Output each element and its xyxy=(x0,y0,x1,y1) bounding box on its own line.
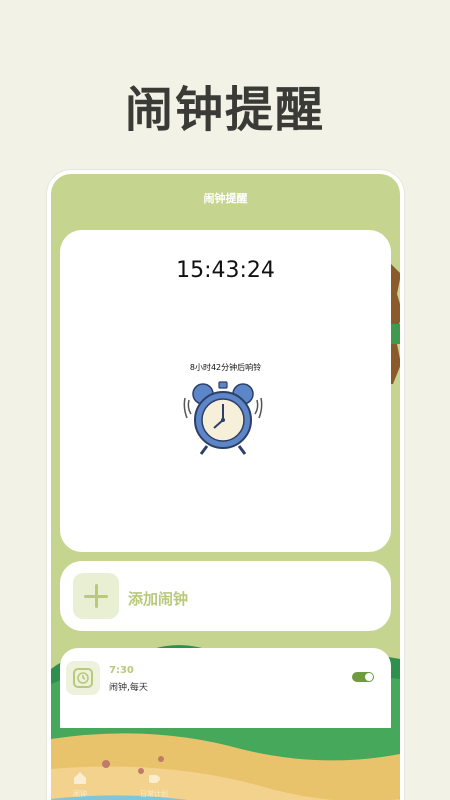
app-screen: 闹钟提醒 15:43:24 8小时42分钟后响铃 添加闹钟 7:30 闹钟,每天… xyxy=(51,174,400,800)
hero-title: 闹钟提醒 xyxy=(124,82,325,138)
current-time: 15:43:24 xyxy=(176,258,275,283)
countdown-text: 8小时42分钟后响铃 xyxy=(189,363,262,372)
clock-icon xyxy=(73,668,93,688)
alarm-time: 7:30 xyxy=(109,665,134,676)
plus-icon xyxy=(73,573,119,619)
alarm-item-icon-box xyxy=(66,661,100,695)
app-title: 闹钟提醒 xyxy=(203,192,248,205)
alarm-toggle[interactable] xyxy=(352,672,374,682)
home-icon xyxy=(74,772,86,784)
promo-stage: 闹钟提醒 闹钟提醒 15:43:24 8小时42分钟后响铃 添加闹钟 7:30 … xyxy=(0,0,450,800)
bottom-nav: 闹钟 日常计划 xyxy=(51,766,400,800)
phone-frame: 闹钟提醒 15:43:24 8小时42分钟后响铃 添加闹钟 7:30 闹钟,每天… xyxy=(47,170,404,800)
nav-item-alarm[interactable]: 闹钟 xyxy=(51,770,115,799)
nav-label-daily-plan: 日常计划 xyxy=(140,790,168,798)
alarm-clock-icon xyxy=(183,381,263,455)
add-alarm-button[interactable]: 添加闹钟 xyxy=(60,561,391,631)
alarm-description: 闹钟,每天 xyxy=(109,683,148,693)
alarm-list-item[interactable]: 7:30 闹钟,每天 xyxy=(60,648,391,728)
cup-icon xyxy=(149,775,161,783)
nav-label-alarm: 闹钟 xyxy=(73,790,87,798)
add-alarm-label: 添加闹钟 xyxy=(128,590,189,608)
clock-card: 15:43:24 8小时42分钟后响铃 xyxy=(60,230,391,552)
nav-item-daily-plan[interactable]: 日常计划 xyxy=(119,770,189,799)
